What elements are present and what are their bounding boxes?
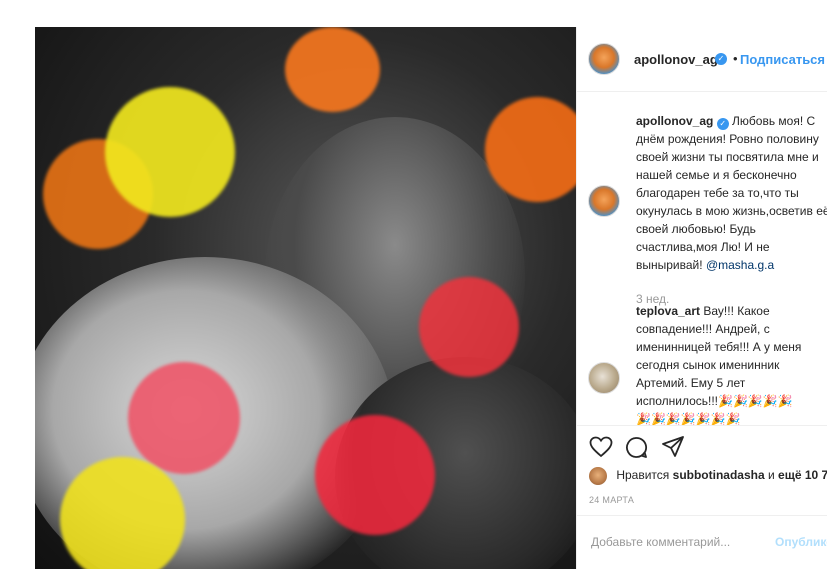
bokeh-light [315,415,435,535]
likes-count-link[interactable]: ещё 10 7... [778,468,827,482]
comment-text: teplova_art Вау!!! Какое совпадение!!! А… [636,302,827,425]
caption-line: днём рождения! Ровно половину [636,132,819,146]
liker-username[interactable]: subbotinadasha [673,468,765,482]
author-username[interactable]: apollonov_ag [634,52,718,67]
likes-summary: Нравится subbotinadasha и ещё 10 7... [589,467,827,487]
party-emoji-icons: 🎉🎉🎉🎉🎉 [718,394,793,408]
add-comment-bar: Опубликовать [577,515,827,570]
comment-line: Вау!!! Какое [703,304,770,318]
bokeh-light [285,27,380,112]
party-emoji-icons: 🎉🎉🎉🎉🎉🎉🎉 [636,412,741,425]
caption-line: Любовь моя! С [732,114,816,128]
comment-input[interactable] [589,534,763,550]
caption-line: выныривай! [636,258,703,272]
commenter-username[interactable]: teplova_art [636,304,700,318]
caption-text: apollonov_ag ✓ Любовь моя! С днём рожден… [636,112,827,274]
verified-badge-icon: ✓ [716,118,729,130]
comment-line: именинницей тебя!!! А у меня [636,340,802,354]
post-photo[interactable] [35,27,576,569]
caption-line: окунулась в мою жизнь,осветив её [636,204,827,218]
verified-badge-icon: ✓ [715,53,727,65]
separator-dot: • [733,51,738,66]
publish-button[interactable]: Опубликовать [775,535,827,549]
caption-author-avatar[interactable] [588,185,620,217]
liker-avatar[interactable] [589,467,607,485]
post-date[interactable]: 24 МАРТА [589,495,634,505]
comment-icon[interactable] [625,436,648,464]
share-icon[interactable] [662,436,684,463]
comment-line: сегодня сынок именинник [636,358,780,372]
caption-line: благодарен тебе за то,что ты [636,186,799,200]
caption-author-username[interactable]: apollonov_ag [636,114,713,128]
comment-line: исполнилось!!! [636,394,719,408]
post-actions-bar [577,425,827,466]
post-side-panel: apollonov_ag ✓ • Подписаться apollonov_a… [576,27,827,569]
caption-line: своей любовью! Будь [636,222,756,236]
post-header: apollonov_ag ✓ • Подписаться [577,27,827,92]
heart-icon[interactable] [589,436,613,463]
caption-mention-link[interactable]: @masha.g.a [706,258,774,272]
commenter-avatar[interactable] [588,362,620,394]
bokeh-light [105,87,235,217]
comment-line: совпадение!!! Андрей, с [636,322,770,336]
bokeh-light [419,277,519,377]
comments-list[interactable]: apollonov_ag ✓ Любовь моя! С днём рожден… [577,92,827,425]
likes-prefix: Нравится [616,468,670,483]
caption-line: своей жизни ты посвятила мне и [636,150,819,164]
follow-button[interactable]: Подписаться [740,52,825,67]
author-avatar[interactable] [588,43,620,75]
likes-conj: и [768,468,775,483]
comment-line: Артемий. Ему 5 лет [636,376,746,390]
caption-line: нашей семье и я бесконечно [636,168,797,182]
caption-line: счастлива,моя Лю! И не [636,240,770,254]
bokeh-light [128,362,240,474]
